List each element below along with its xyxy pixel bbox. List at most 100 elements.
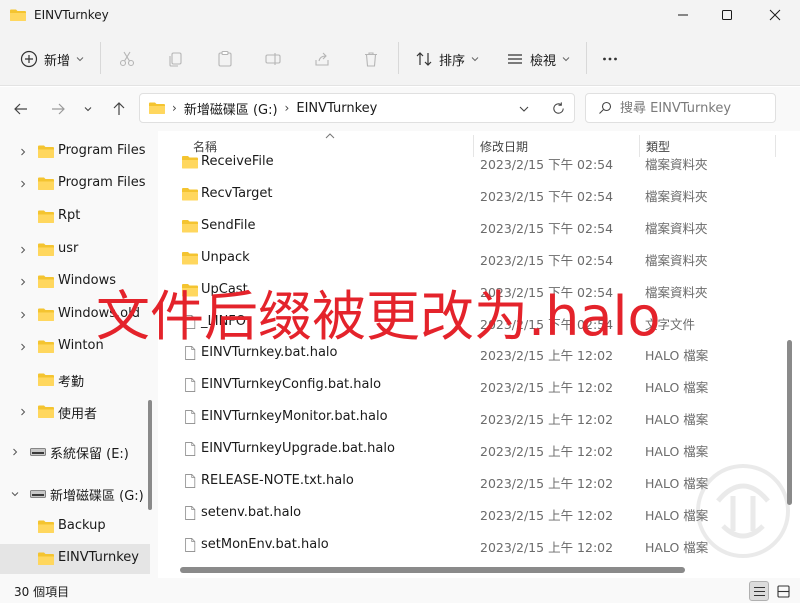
file-date: 2023/2/15 下午 02:54 xyxy=(480,252,614,268)
file-icon xyxy=(185,537,196,552)
folder-icon xyxy=(149,102,165,114)
nav-item-label: usr xyxy=(58,241,79,256)
chevron-right-icon[interactable] xyxy=(18,179,28,189)
file-icon xyxy=(185,505,196,520)
tiles-view-button[interactable] xyxy=(773,581,793,601)
chevron-down-icon[interactable] xyxy=(518,103,530,115)
more-options-button[interactable] xyxy=(601,46,619,72)
file-row[interactable]: EINVTurnkeyConfig.bat.halo 2023/2/15 上午 1… xyxy=(176,370,776,402)
file-type: HALO 檔案 xyxy=(645,380,709,396)
delete-button[interactable] xyxy=(362,46,380,72)
file-name: EINVTurnkeyMonitor.bat.halo xyxy=(201,409,388,425)
maximize-icon xyxy=(722,10,732,20)
search-input[interactable] xyxy=(620,100,770,116)
chevron-right-icon[interactable] xyxy=(10,447,20,457)
minimize-button[interactable] xyxy=(660,0,706,30)
chevron-right-icon[interactable] xyxy=(18,245,28,255)
chevron-right-icon[interactable] xyxy=(18,407,28,417)
nav-drive-item[interactable]: 新增磁碟區 (G:) xyxy=(0,479,150,509)
file-row[interactable]: SendFile 2023/2/15 下午 02:54 檔案資料夾 xyxy=(176,211,776,243)
recent-locations-button[interactable] xyxy=(76,97,100,121)
nav-folder-item[interactable]: Backup xyxy=(0,512,150,542)
nav-folder-item[interactable]: Program Files xyxy=(0,137,150,167)
file-icon xyxy=(185,442,196,457)
folder-icon xyxy=(38,520,54,533)
arrow-right-icon xyxy=(52,103,65,115)
file-row[interactable]: setenv.bat.halo 2023/2/15 上午 12:02 HALO 檔案 xyxy=(176,498,776,530)
file-type: 檔案資料夾 xyxy=(645,188,708,204)
file-row[interactable]: Unpack 2023/2/15 下午 02:54 檔案資料夾 xyxy=(176,243,776,275)
close-button[interactable] xyxy=(752,0,798,30)
file-row[interactable]: RecvTarget 2023/2/15 下午 02:54 檔案資料夾 xyxy=(176,179,776,211)
nav-folder-item[interactable]: usr xyxy=(0,235,150,265)
folder-icon xyxy=(182,156,198,169)
chevron-down-icon[interactable] xyxy=(10,489,20,499)
up-button[interactable] xyxy=(107,97,131,121)
nav-item-label: 系統保留 (E:) xyxy=(50,447,129,462)
arrow-up-icon xyxy=(113,102,125,115)
chevron-right-icon[interactable] xyxy=(18,277,28,287)
new-button[interactable]: 新增 xyxy=(20,46,84,72)
chevron-right-icon[interactable] xyxy=(18,342,28,352)
search-box[interactable] xyxy=(585,93,776,123)
horizontal-scrollbar-thumb[interactable] xyxy=(180,567,685,573)
address-bar[interactable]: › 新增磁碟區 (G:) › EINVTurnkey xyxy=(139,93,575,123)
nav-folder-item[interactable]: Program Files xyxy=(0,169,150,199)
folder-icon xyxy=(38,177,54,190)
nav-folder-item[interactable]: Rpt xyxy=(0,202,150,232)
file-row[interactable]: RELEASE-NOTE.txt.halo 2023/2/15 上午 12:02 H… xyxy=(176,466,776,498)
window-title: EINVTurnkey xyxy=(34,8,109,22)
paste-button[interactable] xyxy=(216,46,234,72)
file-date: 2023/2/15 下午 02:54 xyxy=(480,188,614,204)
new-label: 新增 xyxy=(44,53,71,69)
folder-icon xyxy=(10,9,26,21)
forward-button[interactable] xyxy=(46,97,70,121)
file-type: HALO 檔案 xyxy=(645,507,709,523)
nav-drive-item[interactable]: 系統保留 (E:) xyxy=(0,437,150,467)
view-label: 檢視 xyxy=(530,53,557,69)
status-bar: 30 個項目 xyxy=(0,578,800,603)
breadcrumb-folder[interactable]: EINVTurnkey xyxy=(296,101,377,116)
chevron-right-icon[interactable] xyxy=(18,147,28,157)
chevron-right-icon[interactable] xyxy=(18,310,28,320)
details-view-button[interactable] xyxy=(749,581,769,601)
file-row[interactable]: ReceiveFile 2023/2/15 下午 02:54 檔案資料夾 xyxy=(176,147,776,179)
folder-icon xyxy=(38,373,54,386)
file-row[interactable]: EINVTurnkeyUpgrade.bat.halo 2023/2/15 上午 … xyxy=(176,434,776,466)
nav-folder-item[interactable]: 使用者 xyxy=(0,397,150,427)
nav-item-label: Rpt xyxy=(58,208,81,223)
details-view-icon xyxy=(753,586,765,596)
search-icon xyxy=(599,101,612,114)
chevron-down-icon xyxy=(84,107,92,112)
refresh-icon[interactable] xyxy=(551,101,566,116)
nav-scrollbar-thumb[interactable] xyxy=(148,400,152,510)
rename-button[interactable] xyxy=(264,46,282,72)
breadcrumb-separator: › xyxy=(284,101,290,115)
nav-item-label: 考勤 xyxy=(58,375,85,390)
file-icon xyxy=(185,410,196,425)
share-button[interactable] xyxy=(313,46,331,72)
nav-folder-item[interactable]: 考勤 xyxy=(0,365,150,395)
maximize-button[interactable] xyxy=(704,0,750,30)
nav-folder-item[interactable]: EINVTurnkey xyxy=(0,544,150,574)
file-row[interactable]: EINVTurnkeyMonitor.bat.halo 2023/2/15 上午 … xyxy=(176,402,776,434)
file-name: setenv.bat.halo xyxy=(201,504,302,520)
copy-button[interactable] xyxy=(167,46,185,72)
file-icon xyxy=(185,378,196,393)
back-button[interactable] xyxy=(9,97,33,121)
plus-circle-icon xyxy=(20,50,38,68)
file-name: RELEASE-NOTE.txt.halo xyxy=(201,473,354,488)
file-row[interactable]: setMonEnv.bat.halo 2023/2/15 上午 12:02 HALO… xyxy=(176,530,776,562)
folder-icon xyxy=(38,275,54,288)
breadcrumb-drive[interactable]: 新增磁碟區 (G:) xyxy=(184,99,278,118)
vertical-scrollbar-thumb[interactable] xyxy=(787,340,792,505)
folder-icon xyxy=(38,145,54,158)
sort-ascending-icon xyxy=(325,133,335,139)
sort-button[interactable]: 排序 xyxy=(415,46,479,72)
trash-icon xyxy=(365,52,377,67)
rename-icon xyxy=(265,53,281,65)
cut-button[interactable] xyxy=(118,46,136,72)
sort-icon xyxy=(416,52,432,66)
nav-item-label: Backup xyxy=(58,518,106,533)
view-button[interactable]: 檢視 xyxy=(506,46,570,72)
